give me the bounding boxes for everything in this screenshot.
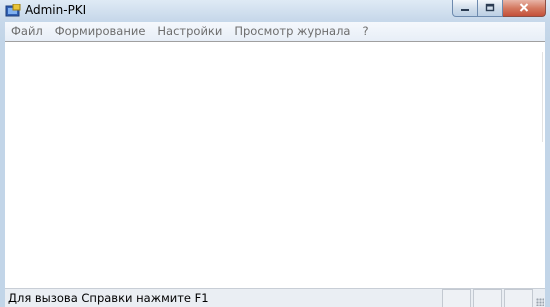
- menu-help[interactable]: ?: [356, 22, 374, 41]
- minimize-button[interactable]: [452, 0, 478, 17]
- status-bar: Для вызова Справки нажмите F1: [5, 288, 545, 307]
- window-title: Admin-PKI: [25, 3, 87, 17]
- menu-settings[interactable]: Настройки: [151, 22, 228, 41]
- menu-bar: Файл Формирование Настройки Просмотр жур…: [5, 22, 545, 41]
- resize-grip-icon[interactable]: [533, 289, 545, 307]
- edge-line: [542, 52, 545, 142]
- title-bar[interactable]: Admin-PKI: [0, 0, 550, 22]
- client-area[interactable]: [5, 41, 545, 288]
- menu-view-log[interactable]: Просмотр журнала: [228, 22, 356, 41]
- menu-file[interactable]: Файл: [5, 22, 49, 41]
- app-window: Admin-PKI Файл Формирование Настройки Пр…: [0, 0, 550, 307]
- status-text: Для вызова Справки нажмите F1: [8, 291, 209, 305]
- maximize-icon: [485, 2, 495, 15]
- close-button[interactable]: [503, 0, 546, 17]
- caption-buttons: [452, 0, 546, 18]
- app-icon[interactable]: [5, 3, 21, 18]
- status-pane: [442, 289, 471, 307]
- maximize-button[interactable]: [478, 0, 503, 17]
- menu-formation[interactable]: Формирование: [49, 22, 152, 41]
- status-pane: [473, 289, 502, 307]
- close-icon: [519, 2, 529, 15]
- minimize-icon: [460, 2, 470, 15]
- status-pane: [504, 289, 533, 307]
